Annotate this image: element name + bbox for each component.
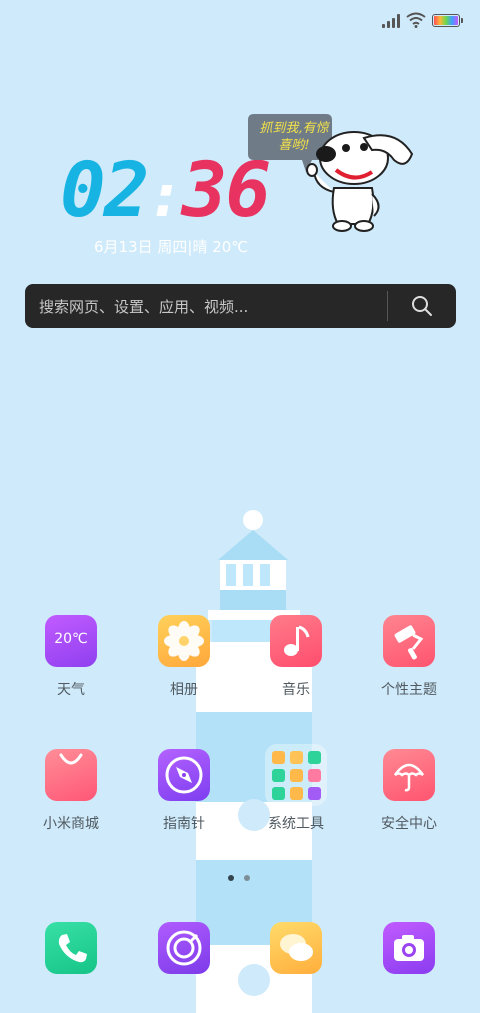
paint-roller-icon bbox=[383, 615, 435, 667]
search-icon[interactable] bbox=[411, 295, 433, 317]
app-folder-system-tools[interactable]: 系统工具 bbox=[246, 744, 346, 833]
page-dot-active bbox=[228, 875, 234, 881]
app-themes[interactable]: 个性主题 bbox=[359, 615, 459, 699]
folder-icon bbox=[265, 744, 327, 806]
wifi-icon bbox=[406, 12, 426, 28]
status-bar bbox=[0, 0, 480, 40]
clock-hours: 02 bbox=[60, 145, 150, 234]
app-label: 天气 bbox=[57, 682, 85, 698]
dock-phone[interactable] bbox=[21, 922, 121, 974]
app-music[interactable]: 音乐 bbox=[246, 615, 346, 699]
clock-colon: : bbox=[147, 161, 184, 231]
app-security[interactable]: 安全中心 bbox=[359, 749, 459, 833]
app-photos[interactable]: 相册 bbox=[134, 615, 234, 699]
search-placeholder: 搜索网页、设置、应用、视频... bbox=[39, 298, 249, 316]
app-label: 系统工具 bbox=[268, 816, 324, 832]
cellular-signal-icon bbox=[382, 14, 402, 28]
camera-icon bbox=[383, 922, 435, 974]
app-label: 指南针 bbox=[163, 816, 205, 832]
music-note-icon bbox=[270, 615, 322, 667]
search-bar[interactable]: 搜索网页、设置、应用、视频... bbox=[25, 284, 456, 328]
photos-flower-icon bbox=[158, 615, 210, 667]
app-label: 安全中心 bbox=[381, 816, 437, 832]
page-dot bbox=[244, 875, 250, 881]
browser-icon bbox=[158, 922, 210, 974]
dock-messages[interactable] bbox=[246, 922, 346, 974]
page-indicator[interactable] bbox=[228, 875, 254, 881]
shopping-bag-icon bbox=[45, 749, 97, 801]
app-label: 音乐 bbox=[282, 682, 310, 698]
dock-camera[interactable] bbox=[359, 922, 459, 974]
battery-icon bbox=[432, 14, 463, 27]
mascot-widget[interactable]: 抓到我,有惊喜哟! bbox=[246, 110, 416, 235]
dock-browser[interactable] bbox=[134, 922, 234, 974]
compass-icon bbox=[158, 749, 210, 801]
app-label: 个性主题 bbox=[381, 682, 437, 698]
date-weather-line[interactable]: 6月13日 周四|晴 20℃ bbox=[94, 236, 248, 257]
app-compass[interactable]: 指南针 bbox=[134, 749, 234, 833]
weather-icon: 20℃ bbox=[45, 615, 97, 667]
clock-widget[interactable]: 02:36 bbox=[60, 145, 271, 235]
app-weather[interactable]: 20℃ 天气 bbox=[21, 615, 121, 699]
weather-temp-text: 20℃ bbox=[54, 631, 88, 647]
phone-icon bbox=[45, 922, 97, 974]
mascot-speech-text: 抓到我,有惊喜哟! bbox=[259, 121, 329, 153]
search-divider bbox=[387, 291, 388, 321]
app-label: 小米商城 bbox=[43, 816, 99, 832]
messages-icon bbox=[270, 922, 322, 974]
umbrella-icon bbox=[383, 749, 435, 801]
app-mi-store[interactable]: 小米商城 bbox=[21, 749, 121, 833]
app-label: 相册 bbox=[170, 682, 198, 698]
